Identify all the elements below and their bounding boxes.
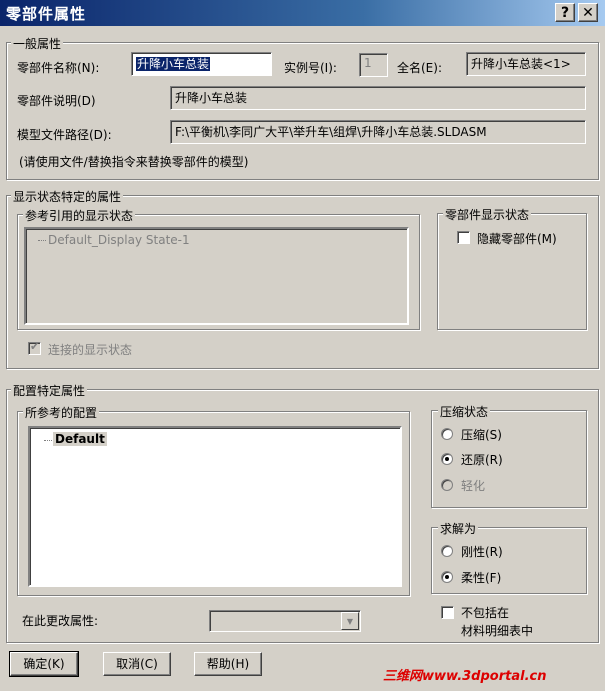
title-bar: 零部件属性 ? ✕: [0, 0, 605, 26]
watermark: 三维网www.3dportal.cn: [383, 669, 547, 684]
hide-component-label: 隐藏零部件(M): [477, 232, 557, 246]
suppression-state-legend: 压缩状态: [438, 403, 491, 420]
tree-line: [44, 440, 52, 441]
linked-display-state-checkbox[interactable]: ✔: [28, 340, 41, 355]
model-path-label: 模型文件路径(D):: [17, 128, 112, 142]
ok-button[interactable]: 确定(K): [9, 651, 79, 677]
referenced-display-state-legend: 参考引用的显示状态: [23, 207, 136, 224]
help-title-button[interactable]: ?: [555, 3, 575, 22]
tree-line: [38, 240, 46, 241]
linked-display-state-label: 连接的显示状态: [48, 343, 133, 357]
radio-selected-dot: [445, 457, 449, 461]
suppression-state-group: [431, 410, 587, 508]
suppress-radio[interactable]: [441, 428, 453, 440]
configuration-item[interactable]: Default: [53, 432, 107, 446]
check-icon: ✔: [30, 340, 40, 353]
display-state-list[interactable]: Default_Display State-1: [24, 227, 409, 325]
fullname-label: 全名(E):: [397, 61, 442, 75]
exclude-bom-checkbox[interactable]: [441, 606, 454, 619]
exclude-bom-label-line2: 材料明细表中: [461, 624, 534, 638]
rigid-label: 刚性(R): [461, 545, 503, 559]
component-name-label: 零部件名称(N):: [17, 61, 100, 75]
flexible-radio[interactable]: [441, 571, 453, 583]
change-properties-dropdown[interactable]: ▼: [209, 610, 361, 632]
cancel-button[interactable]: 取消(C): [103, 652, 171, 676]
configuration-list[interactable]: Default: [28, 426, 402, 587]
help-button[interactable]: 帮助(H): [194, 652, 262, 676]
solve-as-legend: 求解为: [438, 520, 479, 537]
chevron-down-icon[interactable]: ▼: [341, 612, 359, 630]
flexible-label: 柔性(F): [461, 571, 502, 585]
hide-component-checkbox[interactable]: [457, 231, 470, 244]
model-path-field: F:\平衡机\李同广大平\举升车\组焊\升降小车总装.SLDASM: [170, 120, 586, 144]
component-display-state-legend: 零部件显示状态: [443, 206, 532, 223]
fullname-field: 升降小车总装<1>: [466, 52, 586, 76]
lightweight-label: 轻化: [461, 479, 486, 493]
instance-field: 1: [359, 53, 388, 77]
exclude-bom-label-line1: 不包括在: [461, 606, 510, 620]
general-properties-legend: 一般属性: [11, 35, 64, 52]
replace-hint: (请使用文件/替换指令来替换零部件的模型): [19, 155, 249, 169]
rigid-radio[interactable]: [441, 545, 453, 557]
component-description-label: 零部件说明(D): [17, 94, 96, 108]
resolve-label: 还原(R): [461, 453, 503, 467]
suppress-label: 压缩(S): [461, 428, 502, 442]
instance-label: 实例号(I):: [284, 61, 337, 75]
referenced-configuration-legend: 所参考的配置: [23, 404, 100, 421]
change-properties-label: 在此更改属性:: [22, 614, 99, 628]
component-description-field: 升降小车总装: [170, 86, 586, 110]
radio-selected-dot: [445, 575, 449, 579]
window-title: 零部件属性: [6, 5, 87, 23]
close-button[interactable]: ✕: [578, 3, 598, 22]
solve-as-group: [431, 527, 587, 594]
component-name-input[interactable]: 升降小车总装: [131, 52, 272, 76]
resolve-radio[interactable]: [441, 453, 453, 465]
lightweight-radio[interactable]: [441, 479, 453, 491]
display-state-item[interactable]: Default_Display State-1: [48, 233, 190, 247]
configuration-legend: 配置特定属性: [11, 382, 88, 399]
display-state-legend: 显示状态特定的属性: [11, 188, 124, 205]
